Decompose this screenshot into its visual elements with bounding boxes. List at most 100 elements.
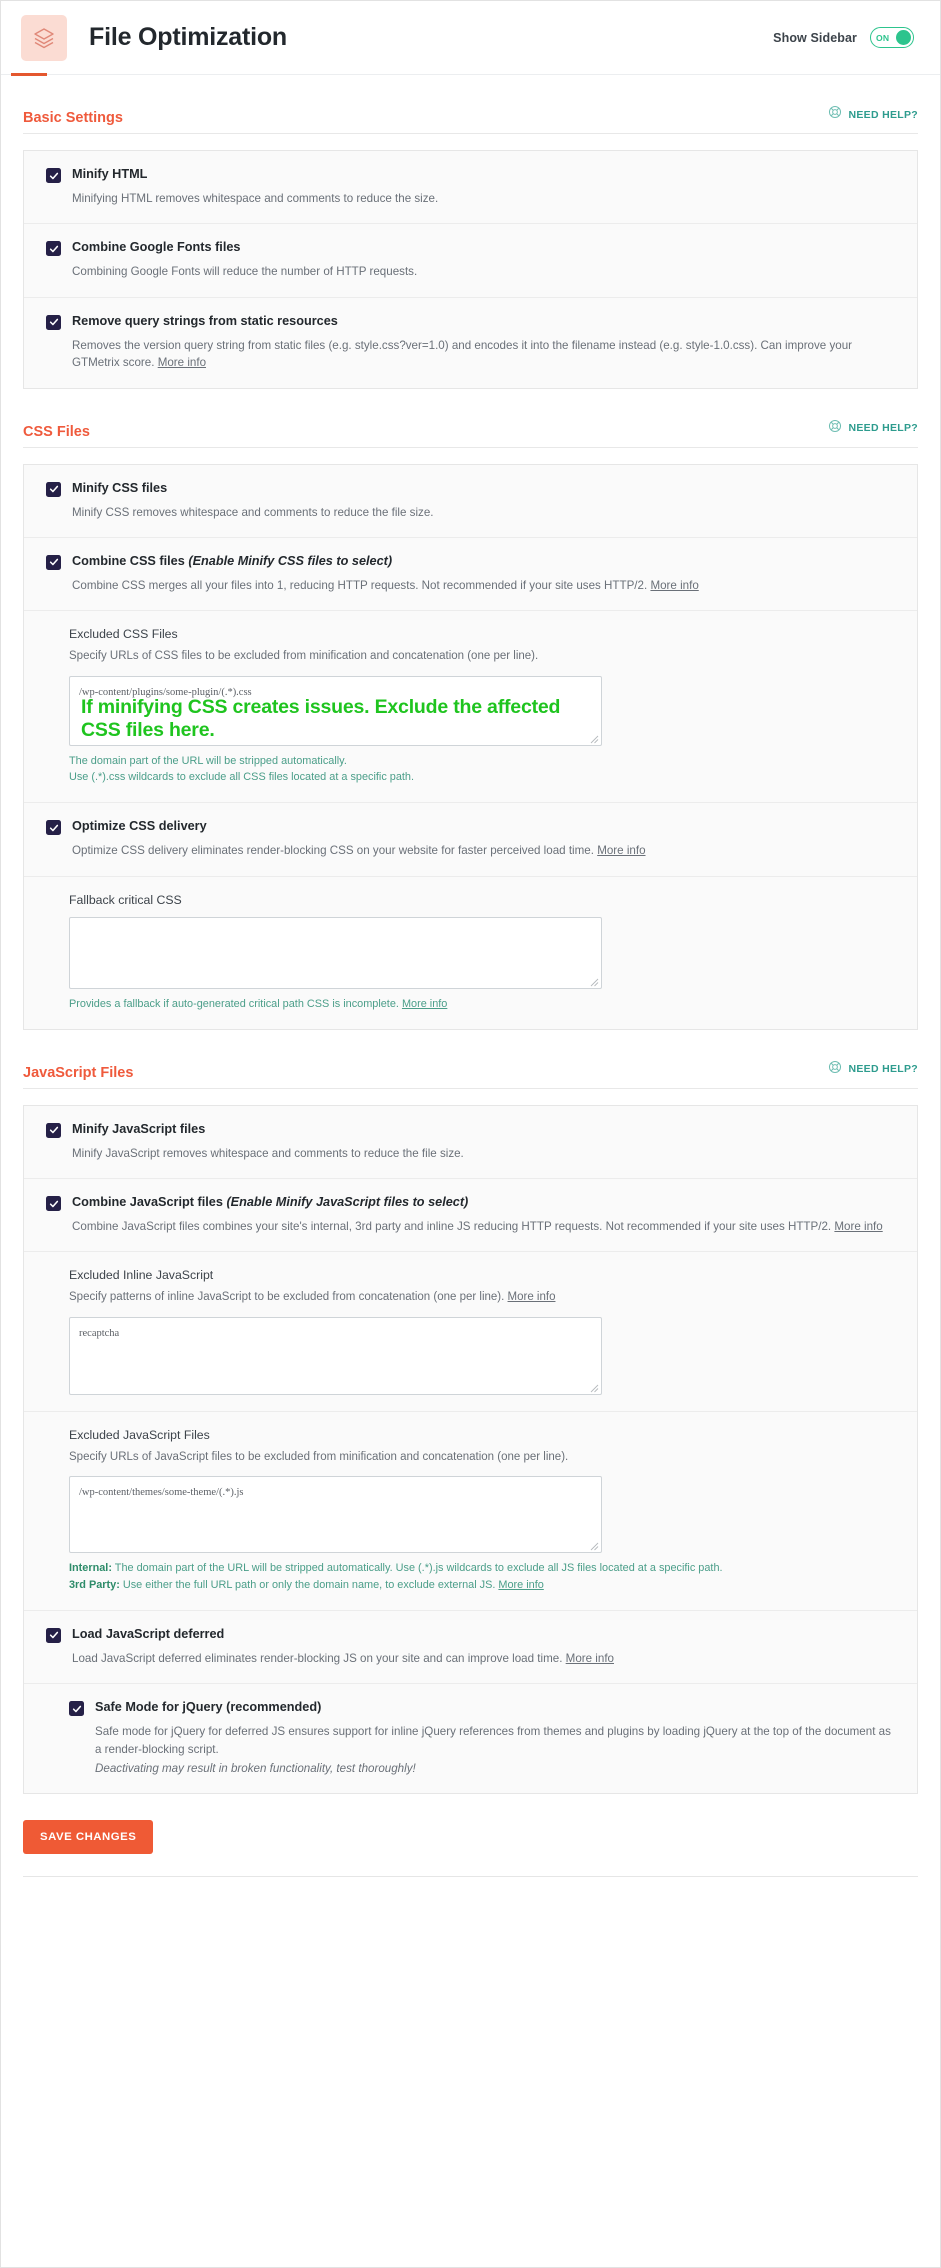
- need-help-label: NEED HELP?: [848, 422, 918, 435]
- more-info-link-optimize-css[interactable]: More info: [597, 844, 645, 857]
- more-info-link-combine-js[interactable]: More info: [834, 1220, 882, 1233]
- show-sidebar-label: Show Sidebar: [773, 30, 857, 45]
- need-help-js[interactable]: NEED HELP?: [828, 1060, 918, 1081]
- save-changes-wrap: SAVE CHANGES: [1, 1794, 940, 1876]
- label-fallback-critical-css: Fallback critical CSS: [69, 892, 182, 907]
- label-text: Combine CSS files: [72, 553, 185, 568]
- section-title-basic: Basic Settings: [23, 110, 123, 126]
- more-info-link-fallback[interactable]: More info: [402, 998, 447, 1010]
- basic-settings-header: Basic Settings NEED HELP?: [23, 105, 918, 134]
- checkbox-minify-js[interactable]: [46, 1122, 61, 1138]
- excluded-inline-js-textarea[interactable]: recaptcha: [69, 1316, 602, 1395]
- desc-minify-html: Minifying HTML removes whitespace and co…: [72, 192, 439, 205]
- field-fallback-critical-css: Fallback critical CSS Provides a fallbac…: [24, 877, 917, 1029]
- checkbox-optimize-css-delivery[interactable]: [46, 820, 61, 836]
- more-info-link-query-strings[interactable]: More info: [158, 356, 206, 369]
- setting-row-safe-mode-jquery: Safe Mode for jQuery (recommended) Safe …: [24, 1684, 917, 1793]
- label-minify-html: Minify HTML: [72, 167, 148, 181]
- setting-row-minify-html: Minify HTML Minifying HTML removes white…: [24, 151, 917, 225]
- need-help-basic[interactable]: NEED HELP?: [828, 105, 918, 126]
- label-minify-css: Minify CSS files: [72, 480, 168, 495]
- checkbox-load-js-deferred[interactable]: [46, 1627, 61, 1643]
- checkbox-minify-html[interactable]: [46, 168, 61, 183]
- checkbox-combine-google-fonts[interactable]: [46, 241, 61, 257]
- desc-remove-query-strings: Removes the version query string from st…: [46, 337, 895, 372]
- lifebuoy-icon: [828, 419, 842, 438]
- note-3rd-party-js: 3rd Party: Use either the full URL path …: [69, 1577, 895, 1594]
- note-3rd-label: 3rd Party:: [69, 1578, 120, 1591]
- desc-safe-mode-jquery: Safe mode for jQuery for deferred JS ens…: [95, 1725, 891, 1756]
- setting-row-optimize-css-delivery: Optimize CSS delivery Optimize CSS deliv…: [24, 803, 917, 877]
- more-info-link-excluded-js[interactable]: More info: [498, 1579, 543, 1591]
- label-text: Combine JavaScript files: [72, 1195, 223, 1210]
- setting-row-load-js-deferred: Load JavaScript deferred Load JavaScript…: [24, 1611, 917, 1685]
- checkbox-safe-mode-jquery[interactable]: [69, 1701, 84, 1717]
- desc-text: Combine CSS merges all your files into 1…: [72, 578, 648, 592]
- label-combine-google-fonts: Combine Google Fonts files: [72, 240, 241, 255]
- basic-settings-panel: Minify HTML Minifying HTML removes white…: [23, 150, 918, 389]
- note-internal-text: The domain part of the URL will be strip…: [111, 1561, 723, 1574]
- save-changes-button[interactable]: SAVE CHANGES: [23, 1820, 154, 1855]
- desc-text: Combine JavaScript files combines your s…: [72, 1220, 832, 1234]
- note-fallback-critical-css: Provides a fallback if auto-generated cr…: [69, 996, 895, 1013]
- label-excluded-js-files: Excluded JavaScript Files: [69, 1427, 210, 1442]
- toggle-state-label: ON: [876, 32, 890, 43]
- setting-row-combine-css: Combine CSS files (Enable Minify CSS fil…: [24, 538, 917, 612]
- javascript-files-panel: Minify JavaScript files Minify JavaScrip…: [23, 1104, 918, 1795]
- section-javascript-files: JavaScript Files NEED HELP? Minify JavaS…: [23, 1060, 918, 1795]
- active-tab-indicator: [11, 72, 47, 76]
- label-safe-mode-jquery: Safe Mode for jQuery (recommended): [95, 1700, 322, 1715]
- more-info-link-excluded-inline-js[interactable]: More info: [508, 1291, 556, 1303]
- excluded-js-files-textarea[interactable]: /wp-content/themes/some-theme/(.*).js: [69, 1475, 602, 1553]
- desc-load-js-deferred: Load JavaScript deferred eliminates rend…: [46, 1650, 895, 1667]
- more-info-link-combine-css[interactable]: More info: [650, 579, 698, 592]
- more-info-link-deferred[interactable]: More info: [566, 1652, 614, 1665]
- field-excluded-css-files: Excluded CSS Files Specify URLs of CSS f…: [24, 611, 917, 804]
- note-internal-label: Internal:: [69, 1561, 112, 1574]
- fallback-critical-css-textarea[interactable]: [69, 916, 602, 989]
- setting-row-minify-js: Minify JavaScript files Minify JavaScrip…: [24, 1106, 917, 1180]
- file-optimization-page: File Optimization Show Sidebar ON Basic …: [0, 0, 941, 2268]
- label-load-js-deferred: Load JavaScript deferred: [72, 1626, 225, 1641]
- setting-row-remove-query-strings: Remove query strings from static resourc…: [24, 298, 917, 388]
- lifebuoy-icon: [828, 1060, 842, 1079]
- setting-row-combine-google-fonts: Combine Google Fonts files Combining Goo…: [24, 224, 917, 298]
- bottom-divider: [23, 1876, 918, 1878]
- need-help-label: NEED HELP?: [848, 1063, 918, 1076]
- need-help-css[interactable]: NEED HELP?: [828, 419, 918, 440]
- header-right-controls: Show Sidebar ON: [773, 27, 914, 48]
- checkbox-remove-query-strings[interactable]: [46, 314, 61, 330]
- desc-excluded-js-files: Specify URLs of JavaScript files to be e…: [69, 1450, 569, 1463]
- show-sidebar-toggle[interactable]: ON: [870, 27, 914, 48]
- excluded-css-textarea[interactable]: /wp-content/plugins/some-plugin/(.*).css: [69, 675, 602, 746]
- note-3rd-text: Use either the full URL path or only the…: [119, 1578, 496, 1591]
- desc-optimize-css-delivery: Optimize CSS delivery eliminates render-…: [46, 842, 895, 859]
- css-files-panel: Minify CSS files Minify CSS removes whit…: [23, 463, 918, 1030]
- page-header: File Optimization Show Sidebar ON: [1, 1, 940, 76]
- desc-excluded-css-files: Specify URLs of CSS files to be excluded…: [69, 650, 539, 663]
- checkbox-combine-css[interactable]: [46, 554, 61, 570]
- desc-combine-js: Combine JavaScript files combines your s…: [46, 1218, 895, 1235]
- toggle-knob: [896, 30, 911, 45]
- lifebuoy-icon: [828, 105, 842, 124]
- desc-combine-css: Combine CSS merges all your files into 1…: [46, 577, 895, 594]
- checkbox-combine-js[interactable]: [46, 1196, 61, 1212]
- label-excluded-css-files: Excluded CSS Files: [69, 627, 178, 642]
- label-optimize-css-delivery: Optimize CSS delivery: [72, 819, 207, 834]
- layers-icon: [21, 14, 67, 61]
- label-combine-css: Combine CSS files (Enable Minify CSS fil…: [72, 554, 392, 569]
- section-title-js: JavaScript Files: [23, 1064, 134, 1081]
- desc-text: Load JavaScript deferred eliminates rend…: [72, 1651, 563, 1665]
- page-title: File Optimization: [89, 23, 287, 51]
- label-excluded-inline-js: Excluded Inline JavaScript: [69, 1268, 214, 1283]
- need-help-label: NEED HELP?: [848, 108, 918, 121]
- desc-minify-css: Minify CSS removes whitespace and commen…: [72, 505, 434, 519]
- fallback-css-textarea-wrap: [69, 916, 602, 989]
- excluded-js-files-textarea-wrap: /wp-content/themes/some-theme/(.*).js: [69, 1475, 602, 1553]
- desc-excluded-inline-js: Specify patterns of inline JavaScript to…: [69, 1289, 895, 1306]
- field-excluded-js-files: Excluded JavaScript Files Specify URLs o…: [24, 1412, 917, 1611]
- label-hint: (Enable Minify JavaScript files to selec…: [226, 1195, 469, 1210]
- checkbox-minify-css[interactable]: [46, 481, 61, 497]
- desc-text: Optimize CSS delivery eliminates render-…: [72, 844, 594, 858]
- css-files-header: CSS Files NEED HELP?: [23, 419, 918, 448]
